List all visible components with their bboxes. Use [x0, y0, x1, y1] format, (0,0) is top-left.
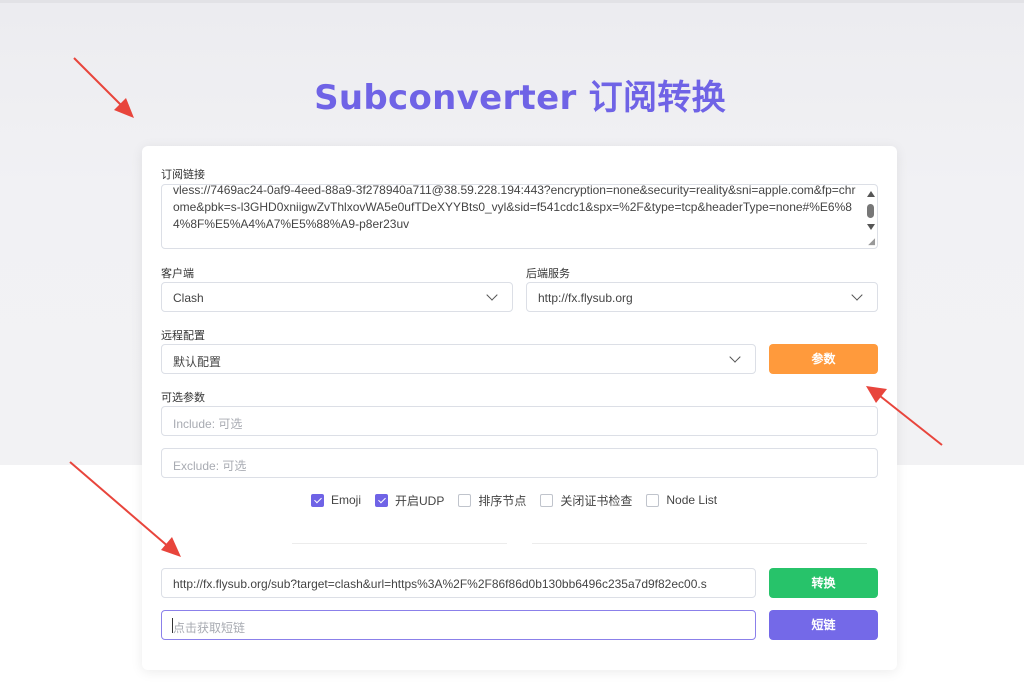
annotation-arrow-2: [879, 395, 943, 446]
annotation-arrow-1: [73, 57, 125, 109]
annotation-arrowhead-2: [866, 386, 887, 403]
annotation-arrow-3: [69, 461, 171, 549]
annotation-arrows: [69, 57, 943, 557]
annotation-arrowhead-3: [161, 537, 181, 557]
